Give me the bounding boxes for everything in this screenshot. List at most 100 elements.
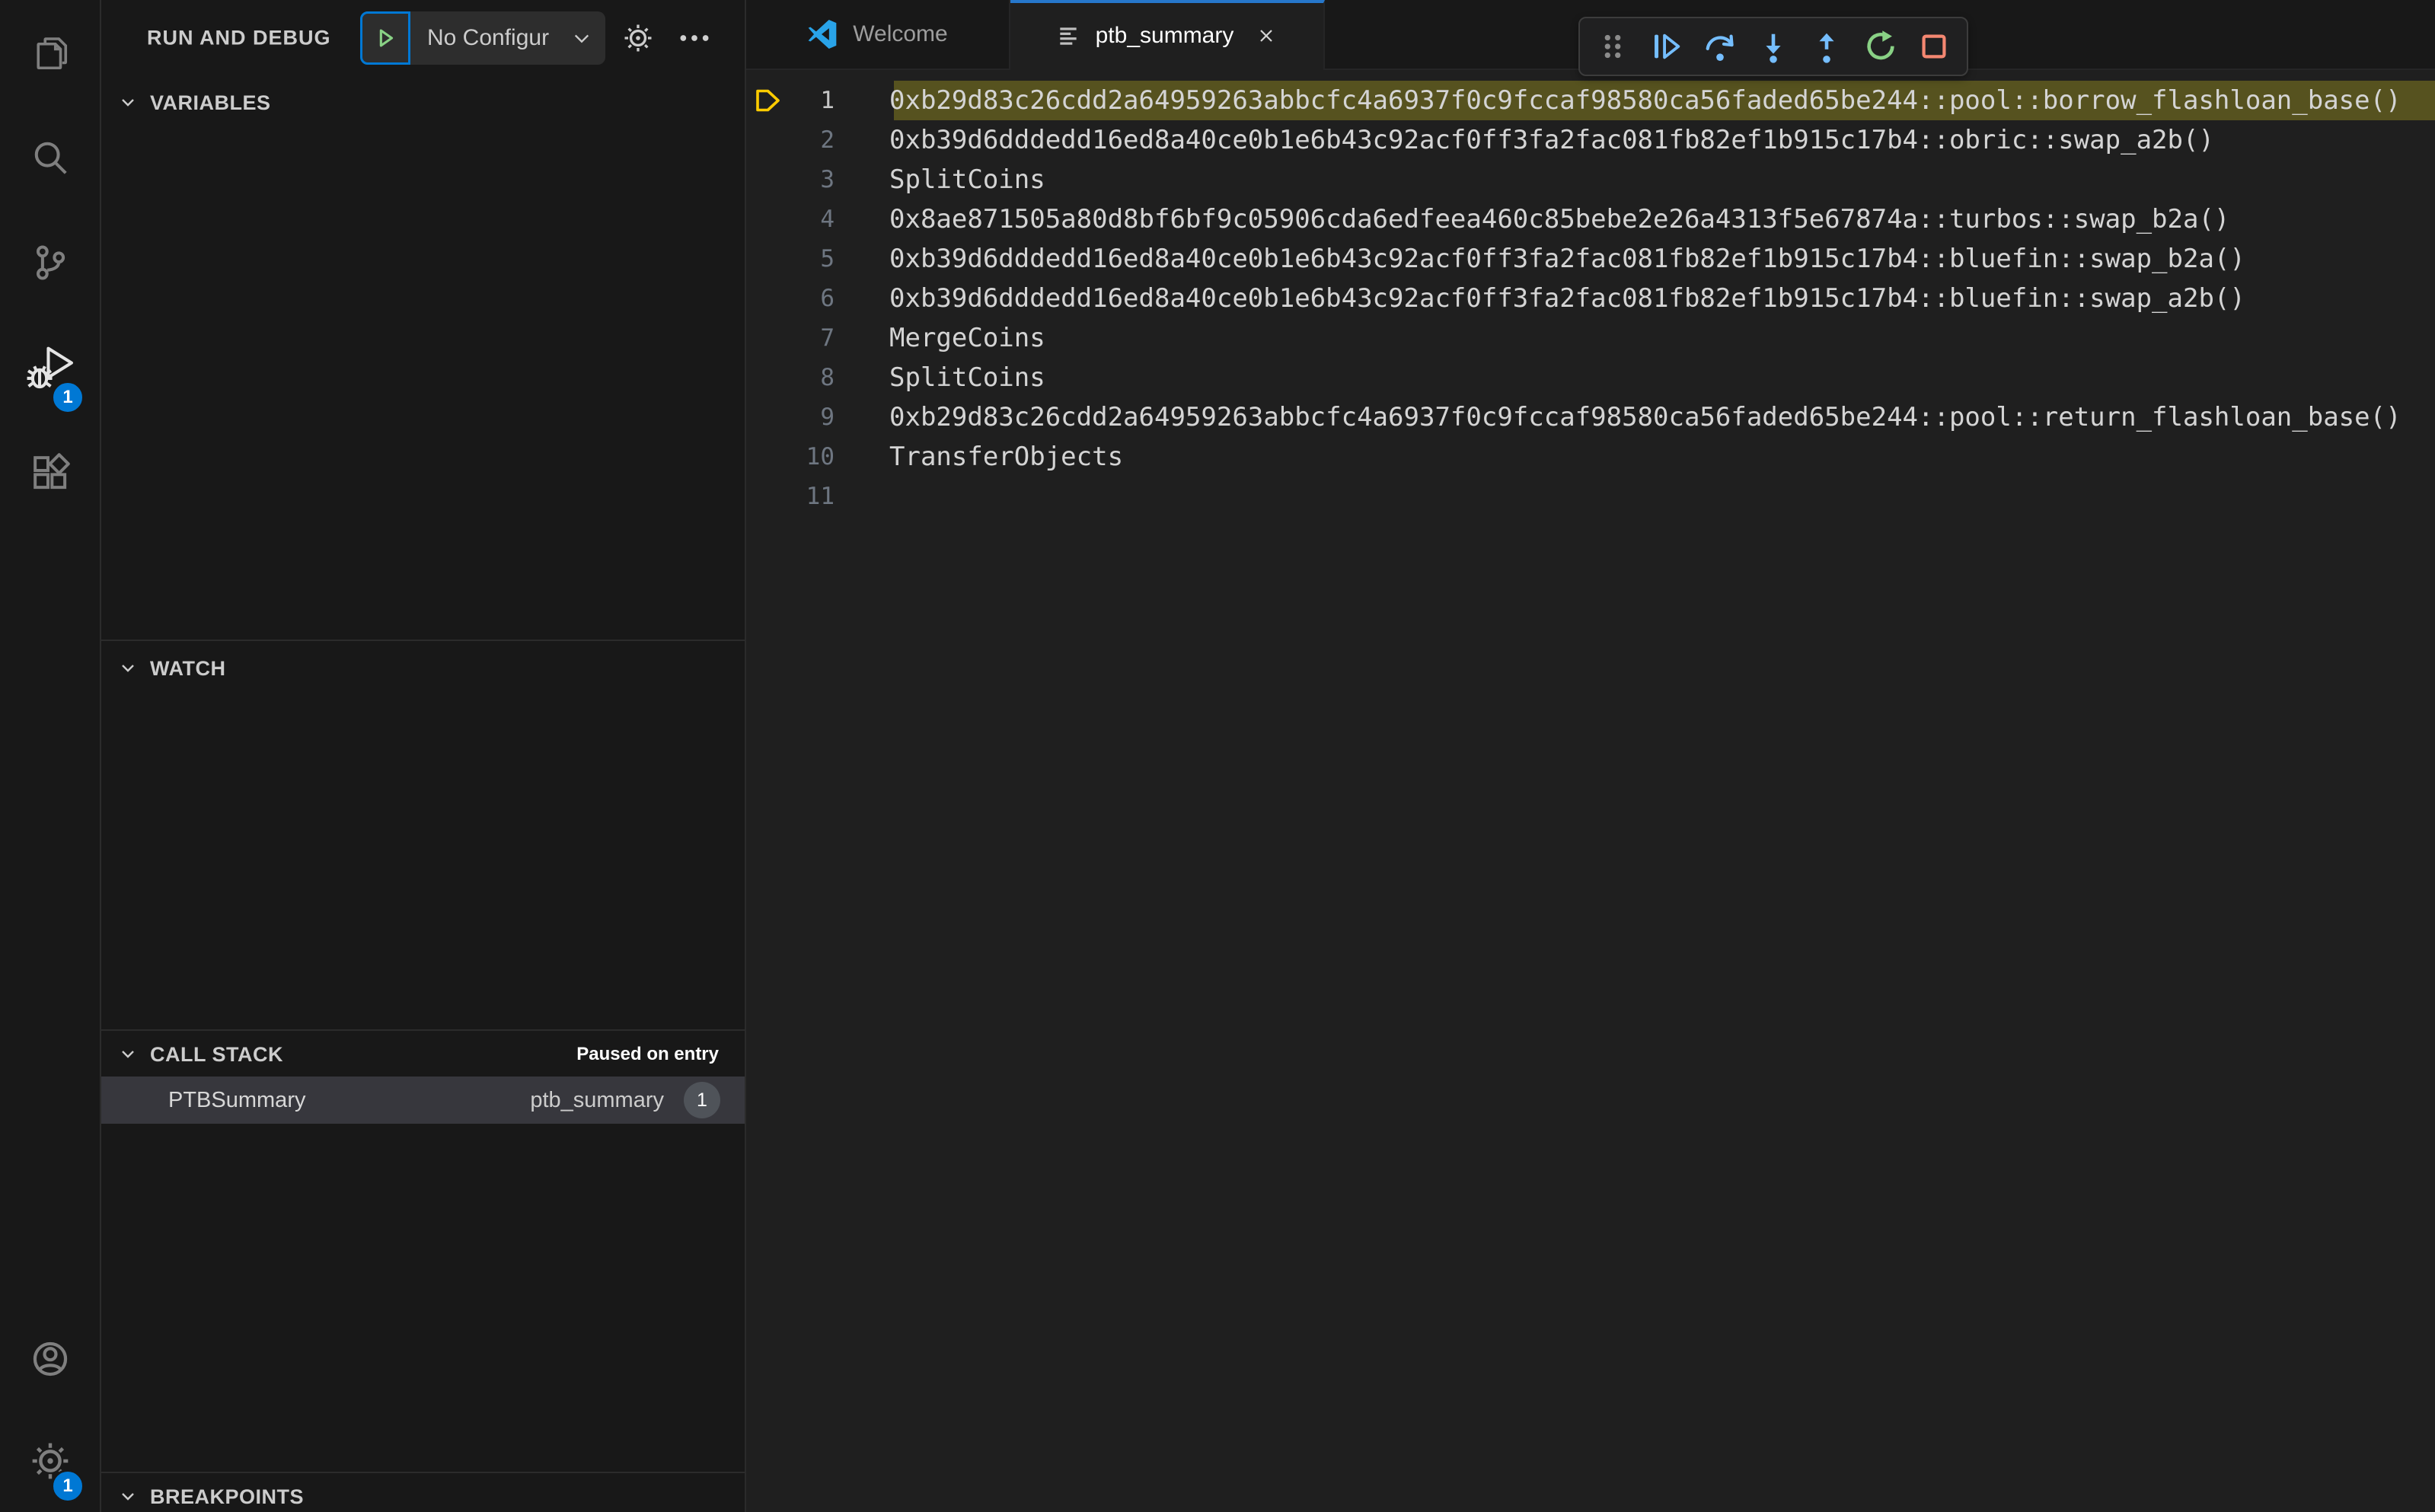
code-text[interactable]: 0x8ae871505a80d8bf6bf9c05906cda6edfeea46…	[835, 204, 2229, 234]
current-line-arrow-icon	[756, 89, 780, 112]
code-text[interactable]: TransferObjects	[835, 442, 1123, 472]
breakpoint-gutter[interactable]	[746, 199, 787, 239]
step-into-icon	[1766, 33, 1781, 63]
code-text[interactable]: SplitCoins	[835, 362, 1045, 393]
code-text[interactable]: 0xb39d6dddedd16ed8a40ce0b1e6b43c92acf0ff…	[835, 283, 2245, 314]
code-text[interactable]: 0xb39d6dddedd16ed8a40ce0b1e6b43c92acf0ff…	[835, 244, 2245, 274]
line-number[interactable]: 1	[787, 87, 835, 114]
gripper-icon	[1604, 34, 1621, 59]
stop-button[interactable]	[1913, 25, 1955, 68]
section-breakpoints[interactable]: BREAKPOINTS	[101, 1479, 745, 1512]
step-out-icon	[1819, 33, 1834, 63]
config-dropdown[interactable]: No Configur	[410, 11, 605, 65]
line-number[interactable]: 3	[787, 166, 835, 193]
step-over-icon	[1706, 34, 1734, 61]
code-line[interactable]: 2 0xb39d6dddedd16ed8a40ce0b1e6b43c92acf0f…	[746, 120, 2435, 160]
breakpoint-gutter[interactable]	[746, 318, 787, 358]
breakpoint-gutter[interactable]	[746, 397, 787, 437]
chevron-down-icon	[122, 99, 134, 107]
code-text[interactable]: SplitCoins	[835, 164, 1045, 195]
continue-button[interactable]	[1645, 25, 1687, 68]
code-line[interactable]: 10 TransferObjects	[746, 437, 2435, 477]
tab-ptb-summary[interactable]: ptb_summary	[1010, 0, 1325, 70]
accounts-button[interactable]	[0, 1308, 100, 1410]
line-number[interactable]: 7	[787, 324, 835, 352]
section-label: CALL STACK	[150, 1042, 283, 1066]
source-control-icon	[36, 245, 65, 280]
gear-icon	[624, 24, 652, 52]
sidebar-item-source-control[interactable]	[0, 210, 100, 315]
toolbar-drag-gripper[interactable]	[1591, 25, 1634, 68]
line-number[interactable]: 5	[787, 245, 835, 273]
step-into-button[interactable]	[1752, 25, 1795, 68]
tab-welcome[interactable]: Welcome	[746, 0, 1010, 69]
section-divider	[101, 1472, 745, 1473]
editor-group: Welcome ptb_summary 1 0xb29d83c26cdd2a64…	[746, 0, 2435, 1512]
section-label: WATCH	[150, 656, 226, 680]
settings-button[interactable]: 1	[0, 1410, 100, 1512]
breakpoint-gutter[interactable]	[746, 81, 787, 120]
line-number[interactable]: 2	[787, 126, 835, 154]
more-actions-icon	[680, 35, 709, 41]
breakpoint-gutter[interactable]	[746, 279, 787, 318]
line-number[interactable]: 9	[787, 404, 835, 431]
close-tab-button[interactable]	[1255, 24, 1278, 47]
breakpoint-gutter[interactable]	[746, 160, 787, 199]
breakpoint-gutter[interactable]	[746, 239, 787, 279]
code-line[interactable]: 6 0xb39d6dddedd16ed8a40ce0b1e6b43c92acf0f…	[746, 279, 2435, 318]
sidebar-item-run-and-debug[interactable]: 1	[0, 315, 100, 420]
chevron-down-icon	[122, 1493, 134, 1501]
sidebar-title: RUN AND DEBUG	[147, 26, 331, 49]
sidebar-item-extensions[interactable]	[0, 420, 100, 525]
thread-count-badge: 1	[684, 1082, 720, 1118]
section-divider	[101, 640, 745, 641]
breakpoint-gutter[interactable]	[746, 120, 787, 160]
play-icon	[379, 29, 394, 47]
debug-settings-button[interactable]	[620, 20, 656, 56]
code-text[interactable]: 0xb39d6dddedd16ed8a40ce0b1e6b43c92acf0ff…	[835, 125, 2214, 155]
code-text[interactable]: 0xb29d83c26cdd2a64959263abbcfc4a6937f0c9…	[835, 402, 2401, 432]
section-variables[interactable]: VARIABLES	[101, 85, 745, 120]
run-and-debug-sidebar: RUN AND DEBUG No Configur VARIABLES WATC…	[101, 0, 746, 1512]
more-actions-button[interactable]	[676, 20, 713, 56]
activity-bar-bottom: 1	[0, 1308, 100, 1512]
restart-button[interactable]	[1859, 25, 1902, 68]
step-out-button[interactable]	[1805, 25, 1848, 68]
account-icon	[33, 1341, 67, 1376]
code-line[interactable]: 11	[746, 477, 2435, 516]
line-number[interactable]: 6	[787, 285, 835, 312]
breakpoint-gutter[interactable]	[746, 358, 787, 397]
line-number[interactable]: 11	[787, 483, 835, 510]
pause-status-label: Paused on entry	[576, 1044, 719, 1064]
code-line[interactable]: 4 0x8ae871505a80d8bf6bf9c05906cda6edfeea4…	[746, 199, 2435, 239]
tab-label: Welcome	[853, 21, 948, 46]
code-line[interactable]: 8 SplitCoins	[746, 358, 2435, 397]
code-line[interactable]: 3 SplitCoins	[746, 160, 2435, 199]
settings-badge: 1	[51, 1469, 85, 1503]
code-text[interactable]: MergeCoins	[835, 323, 1045, 353]
list-file-icon	[1059, 27, 1077, 45]
start-debugging-button[interactable]	[360, 11, 410, 65]
sidebar-item-explorer[interactable]	[0, 0, 100, 105]
chevron-down-icon	[574, 34, 589, 43]
line-number[interactable]: 8	[787, 364, 835, 391]
code-text[interactable]: 0xb29d83c26cdd2a64959263abbcfc4a6937f0c9…	[835, 85, 2401, 116]
code-area[interactable]: 1 0xb29d83c26cdd2a64959263abbcfc4a6937f0c…	[746, 70, 2435, 1512]
thread-name: ptb_summary	[530, 1087, 664, 1112]
line-number[interactable]: 10	[787, 443, 835, 471]
breakpoint-gutter[interactable]	[746, 437, 787, 477]
section-watch[interactable]: WATCH	[101, 651, 745, 686]
tab-label: ptb_summary	[1095, 23, 1234, 48]
call-stack-session-row[interactable]: PTBSummary ptb_summary 1	[101, 1077, 745, 1124]
breakpoint-gutter[interactable]	[746, 477, 787, 516]
close-icon	[1260, 30, 1273, 42]
code-line[interactable]: 9 0xb29d83c26cdd2a64959263abbcfc4a6937f0c…	[746, 397, 2435, 437]
code-line[interactable]: 5 0xb39d6dddedd16ed8a40ce0b1e6b43c92acf0f…	[746, 239, 2435, 279]
chevron-down-icon	[122, 665, 134, 672]
step-over-button[interactable]	[1699, 25, 1741, 68]
line-number[interactable]: 4	[787, 206, 835, 233]
section-call-stack[interactable]: CALL STACK Paused on entry	[101, 1037, 745, 1072]
code-line[interactable]: 7 MergeCoins	[746, 318, 2435, 358]
sidebar-item-search[interactable]	[0, 105, 100, 210]
code-line[interactable]: 1 0xb29d83c26cdd2a64959263abbcfc4a6937f0c…	[746, 81, 2435, 120]
